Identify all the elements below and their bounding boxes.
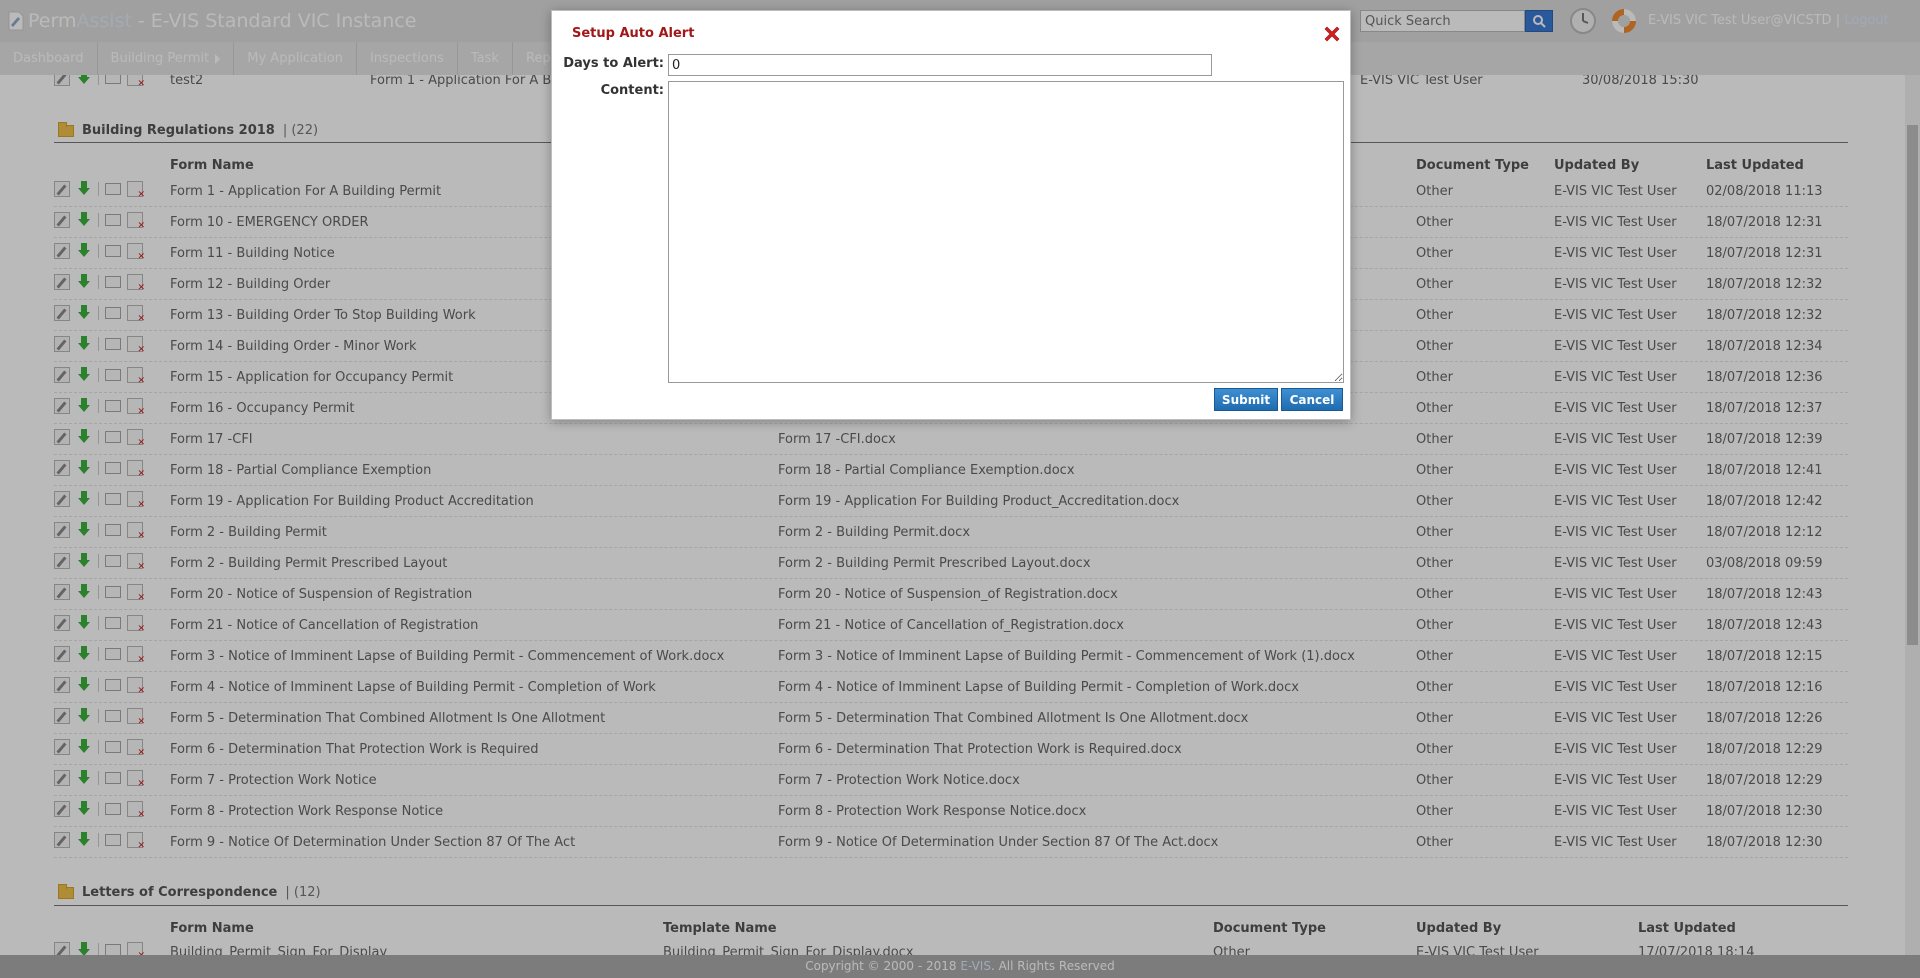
submit-button[interactable]: Submit [1214,388,1278,411]
close-icon[interactable] [1322,24,1342,44]
content-textarea[interactable] [668,81,1344,383]
cancel-button[interactable]: Cancel [1281,388,1343,411]
setup-auto-alert-dialog: Setup Auto Alert Days to Alert: Content:… [551,10,1351,420]
content-label: Content: [600,83,664,98]
days-to-alert-input[interactable] [668,54,1212,76]
dialog-title: Setup Auto Alert [572,26,695,41]
days-to-alert-label: Days to Alert: [563,56,664,71]
